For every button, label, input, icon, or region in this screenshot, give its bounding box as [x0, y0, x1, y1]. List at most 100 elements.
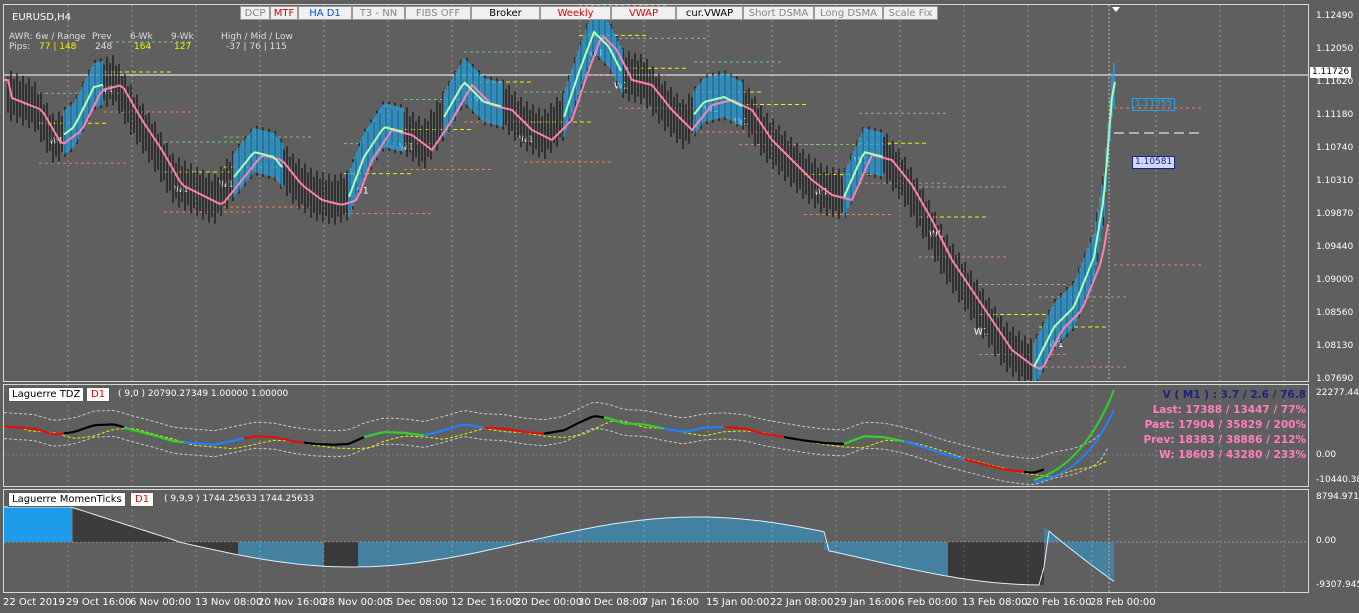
tdz-line — [523, 430, 545, 435]
tdz-line — [823, 441, 845, 445]
mom-axis-zero: 0.00 — [1316, 536, 1337, 546]
awr-prev-header: Prev — [92, 32, 112, 42]
signal-line — [4, 419, 1109, 478]
awr-6wk-header: 6-Wk — [130, 32, 153, 42]
time-axis-label: 22 Jan 08:00 — [770, 597, 834, 608]
tdz-line — [863, 435, 885, 439]
toolbar-button-long-dsma[interactable]: Long DSMA — [814, 6, 883, 20]
time-axis-label: 20 Nov 16:00 — [258, 597, 326, 608]
tdz-line — [423, 429, 445, 437]
price-axis-label: 1.12050 — [1316, 44, 1354, 54]
laguerre-momenticks-pane[interactable]: Laguerre MomenTicks D1 ( 9,9,9 ) 1744.25… — [3, 489, 1309, 593]
time-axis-label: 6 Nov 00:00 — [130, 597, 192, 608]
price-chart-pane[interactable]: W1W1W1W1W1W1W1W1W1W1W1W1W1W1W1W1W1 EURUS… — [3, 4, 1309, 382]
price-axis-label: 1.11620 — [1316, 77, 1354, 87]
tdz-line — [723, 425, 745, 430]
awr-header-row: AWR: 6w / Range Prev 6-Wk 9-Wk High / Mi… — [9, 32, 293, 42]
tdz-line — [683, 426, 705, 434]
tdz-line — [463, 423, 485, 429]
time-axis-label: 30 Dec 08:00 — [578, 597, 646, 608]
lower-level-tag: 1.10581 — [1132, 156, 1176, 169]
tdz-line — [963, 458, 985, 466]
tdz-stats: V ( M1 ) : 3.7 / 2.6 / 76.8 Last: 17388 … — [1144, 388, 1306, 463]
mom-indicator-name[interactable]: Laguerre MomenTicks — [8, 492, 126, 507]
toolbar-button-fibs-off[interactable]: FIBS OFF — [405, 6, 471, 20]
tdz-line — [1003, 468, 1025, 474]
time-axis-label: 6 Feb 00:00 — [898, 597, 958, 608]
time-axis-label: 5 Dec 08:00 — [387, 597, 448, 608]
tdz-line — [663, 427, 685, 434]
time-axis-label: 20 Dec 00:00 — [515, 597, 583, 608]
price-chart-canvas: W1W1W1W1W1W1W1W1W1W1W1W1W1W1W1W1W1 — [4, 5, 1308, 381]
tdz-line — [703, 425, 725, 429]
stat-prev: Prev: 18383 / 38886 / 212% — [1143, 434, 1306, 446]
tdz-line — [583, 415, 605, 422]
price-axis-label: 1.09000 — [1316, 275, 1354, 285]
price-axis-label: 1.11180 — [1316, 110, 1354, 120]
toolbar-button-mtf[interactable]: MTF — [270, 6, 298, 20]
toolbar-button-t3-nn[interactable]: T3 - NN — [352, 6, 405, 20]
tdz-timeframe[interactable]: D1 — [86, 387, 111, 402]
time-axis-label: 13 Nov 08:00 — [195, 597, 263, 608]
toolbar-button-dcp[interactable]: DCP — [240, 6, 270, 20]
toolbar-button-vwap[interactable]: VWAP — [611, 6, 676, 20]
upper-envelope — [4, 401, 1109, 460]
tdz-params: ( 9,0 ) 20790.27349 1.00000 1.00000 — [118, 389, 289, 399]
tdz-line — [563, 419, 585, 432]
price-axis-label: 1.08560 — [1316, 308, 1354, 318]
time-axis-label: 13 Feb 08:00 — [962, 597, 1028, 608]
tdz-line — [503, 427, 525, 434]
mom-axis-max: 8794.9719 — [1316, 492, 1359, 502]
tdz-axis-min: -10440.385 — [1316, 475, 1359, 485]
tdz-line — [63, 427, 85, 435]
tdz-line — [843, 435, 865, 445]
price-axis-label: 1.09440 — [1316, 242, 1354, 252]
tdz-axis-zero: 0.00 — [1316, 450, 1337, 460]
toolbar-button-weekly[interactable]: Weekly — [540, 6, 611, 20]
time-axis-label: 12 Dec 16:00 — [451, 597, 519, 608]
time-axis-label: 20 Feb 16:00 — [1026, 597, 1092, 608]
laguerre-tdz-pane[interactable]: Laguerre TDZ D1 ( 9,0 ) 20790.27349 1.00… — [3, 384, 1309, 487]
tdz-line — [223, 437, 245, 444]
awr-values-row: Pips: 77 | 148 248 164 127 -37 | 76 | 11… — [9, 42, 309, 52]
awr-9wk-value: 127 — [174, 42, 192, 52]
awr-prev-value: 248 — [95, 42, 113, 52]
awr-hml-header: High / Mid / Low — [221, 32, 293, 42]
slow-line — [4, 35, 1109, 371]
awr-range-header: AWR: 6w / Range — [9, 32, 86, 42]
tdz-line — [403, 431, 425, 437]
upper-level-tag: 1.11355 — [1132, 98, 1176, 111]
tdz-line — [443, 423, 465, 432]
awr-hml-value: -37 | 76 | 115 — [226, 42, 287, 52]
time-axis-label: 15 Jan 00:00 — [706, 597, 770, 608]
tdz-line — [803, 439, 825, 445]
mom-timeframe[interactable]: D1 — [130, 492, 155, 507]
tdz-indicator-name[interactable]: Laguerre TDZ — [8, 387, 85, 402]
tdz-line — [243, 435, 265, 440]
toolbar-button-scale-fix[interactable]: Scale Fix — [883, 6, 938, 20]
momentum-block — [4, 507, 72, 542]
price-axis-label: 1.10310 — [1316, 176, 1354, 186]
current-price-tag: 1.11726 — [1310, 67, 1352, 78]
tdz-line — [4, 425, 25, 429]
toolbar-button-short-dsma[interactable]: Short DSMA — [743, 6, 814, 20]
toolbar-button-broker[interactable]: Broker — [471, 6, 540, 20]
time-axis-label: 28 Feb 00:00 — [1090, 597, 1156, 608]
mom-params: ( 9,9,9 ) 1744.25633 1744.25633 — [164, 494, 315, 504]
awr-6wk-value: 164 — [134, 42, 152, 52]
stat-week: W: 18603 / 43280 / 233% — [1159, 449, 1306, 461]
shift-marker — [1112, 7, 1120, 12]
tdz-axis-max: 22277.447 — [1316, 388, 1359, 398]
toolbar-button-ha-d1[interactable]: HA D1 — [298, 6, 352, 20]
price-axis-label: 1.08130 — [1316, 341, 1354, 351]
time-axis-label: 7 Jan 16:00 — [642, 597, 699, 608]
tdz-line — [363, 430, 385, 439]
toolbar-button-cur-vwap[interactable]: cur.VWAP — [676, 6, 743, 20]
tdz-line — [383, 430, 405, 434]
time-axis-label: 29 Jan 16:00 — [834, 597, 898, 608]
awr-range-value: 77 | 148 — [39, 42, 77, 52]
tdz-line — [543, 429, 565, 435]
tdz-line — [343, 436, 365, 446]
tdz-line — [303, 441, 325, 446]
awr-pips-label: Pips: — [9, 42, 31, 52]
